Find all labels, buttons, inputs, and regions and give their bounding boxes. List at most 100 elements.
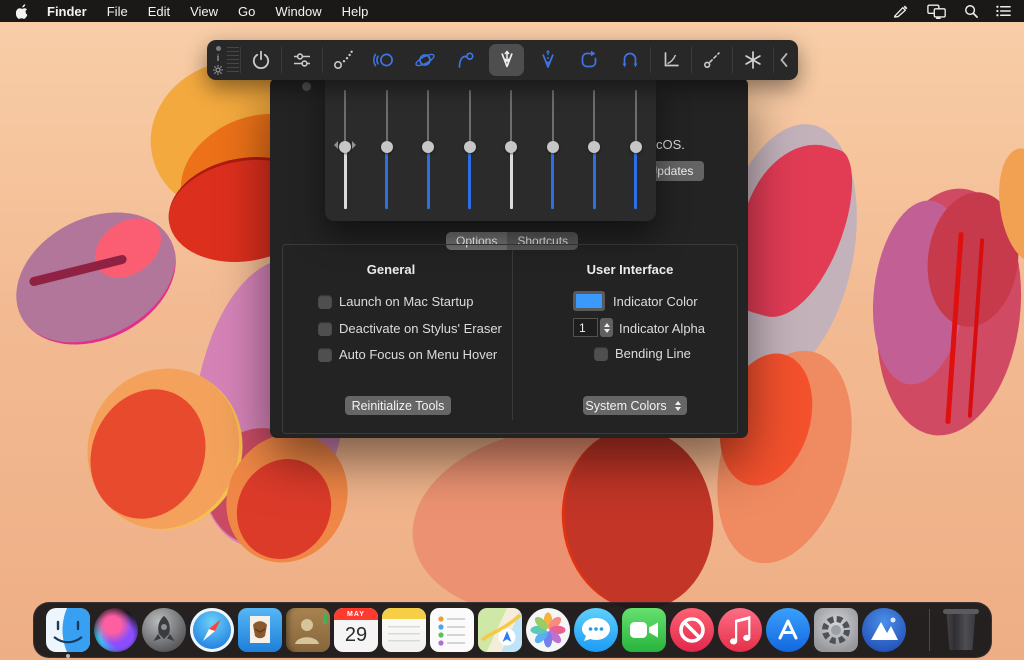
toolbar-drag-handle[interactable]: i — [207, 40, 240, 80]
menu-item-file[interactable]: File — [107, 4, 128, 19]
slider-thumb[interactable] — [588, 141, 600, 153]
tool-replay-loop[interactable] — [568, 40, 609, 80]
checkbox-label: Launch on Mac Startup — [339, 294, 473, 309]
menu-item-go[interactable]: Go — [238, 4, 255, 19]
indicator-alpha-stepper[interactable] — [600, 318, 613, 337]
dock-item-finder[interactable] — [46, 608, 90, 652]
tool-stabilizer[interactable] — [486, 40, 527, 80]
dock-item-contacts[interactable] — [286, 608, 330, 652]
trash-icon — [945, 612, 977, 650]
photos-icon — [526, 608, 570, 652]
tool-orbit[interactable] — [404, 40, 445, 80]
dock-item-system-preferences[interactable] — [814, 608, 858, 652]
tool-stabilizer-dashed[interactable] — [527, 40, 568, 80]
tool-arc-arrows[interactable] — [609, 40, 650, 80]
slider-thumb[interactable] — [381, 141, 393, 153]
tool-settings-sliders[interactable] — [281, 40, 322, 80]
tool-power[interactable] — [240, 40, 281, 80]
toolbar-collapse-button[interactable] — [773, 40, 795, 80]
calendar-day: 29 — [334, 620, 378, 650]
indicator-alpha-field[interactable]: 1 — [573, 318, 598, 337]
active-app-name[interactable]: Finder — [47, 4, 87, 19]
menu-item-window[interactable]: Window — [275, 4, 321, 19]
checkbox-box[interactable] — [594, 347, 608, 361]
dock-item-safari[interactable] — [190, 608, 234, 652]
notes-lines — [388, 626, 420, 644]
stylus-app-menu-icon[interactable] — [893, 4, 910, 19]
menu-item-view[interactable]: View — [190, 4, 218, 19]
vertical-slider-7[interactable] — [587, 90, 601, 209]
dock-item-music[interactable] — [718, 608, 762, 652]
slider-fill — [385, 147, 388, 209]
checkbox-auto-focus[interactable]: Auto Focus on Menu Hover — [318, 347, 497, 362]
reinitialize-tools-button[interactable]: Reinitialize Tools — [345, 396, 451, 415]
vertical-slider-8[interactable] — [629, 90, 643, 209]
indicator-color-well[interactable] — [573, 291, 605, 311]
spotlight-search-icon[interactable] — [964, 4, 979, 19]
tool-curve-node[interactable] — [445, 40, 486, 80]
displays-status-icon[interactable] — [927, 4, 947, 19]
slider-thumb[interactable] — [547, 141, 559, 153]
slider-thumb[interactable] — [630, 141, 642, 153]
dashed-line-dot-icon — [700, 48, 724, 72]
slider-thumb[interactable] — [422, 141, 434, 153]
vertical-slider-5[interactable] — [504, 90, 518, 209]
apple-menu[interactable] — [16, 4, 29, 19]
siri-icon — [94, 608, 138, 652]
vertical-slider-6[interactable] — [546, 90, 560, 209]
checkbox-launch-on-startup[interactable]: Launch on Mac Startup — [318, 294, 473, 309]
news-icon — [670, 608, 714, 652]
dock-item-messages[interactable] — [574, 608, 618, 652]
trash-rim — [943, 609, 979, 614]
dock-item-mail[interactable] — [238, 608, 282, 652]
dock-item-trash[interactable] — [943, 609, 979, 651]
checkbox-bending-line[interactable]: Bending Line — [594, 346, 691, 361]
tool-asterisk[interactable] — [732, 40, 773, 80]
menu-item-help[interactable]: Help — [342, 4, 369, 19]
dock-item-reminders[interactable] — [430, 608, 474, 652]
gear-icon[interactable] — [213, 65, 223, 75]
dropdown-chevrons-icon — [675, 401, 681, 411]
checkbox-box[interactable] — [318, 348, 332, 362]
stepper-up-icon[interactable] — [604, 323, 610, 327]
dock-item-calendar[interactable]: MAY 29 — [334, 608, 378, 652]
vertical-slider-4[interactable] — [463, 90, 477, 209]
tool-cursor-precision[interactable] — [322, 40, 363, 80]
info-icon[interactable]: i — [217, 54, 220, 62]
dock-item-news[interactable] — [670, 608, 714, 652]
mail-icon — [238, 608, 282, 652]
vertical-slider-1[interactable] — [338, 90, 352, 209]
mountain-app-icon — [862, 608, 906, 652]
dock-item-app-store[interactable] — [766, 608, 810, 652]
apple-logo-icon — [16, 4, 29, 19]
window-close-button[interactable] — [302, 82, 311, 91]
slider-thumb[interactable] — [464, 141, 476, 153]
tool-lazy-radius[interactable] — [363, 40, 404, 80]
stabilizer-pen-icon — [495, 48, 519, 72]
dock-item-photos[interactable] — [526, 608, 570, 652]
dock-item-launchpad[interactable] — [142, 608, 186, 652]
vertical-slider-2[interactable] — [380, 90, 394, 209]
slider-fill — [344, 147, 347, 209]
checkbox-box[interactable] — [318, 295, 332, 309]
stepper-down-icon[interactable] — [604, 329, 610, 333]
floating-toolbar: i — [207, 40, 798, 80]
notes-band — [382, 608, 426, 619]
menu-item-edit[interactable]: Edit — [148, 4, 170, 19]
lazy-circle-icon — [372, 48, 396, 72]
slider-thumb[interactable] — [339, 141, 351, 153]
dock-item-facetime[interactable] — [622, 608, 666, 652]
slider-thumb[interactable] — [505, 141, 517, 153]
dock-item-siri[interactable] — [94, 608, 138, 652]
system-colors-dropdown[interactable]: System Colors — [583, 396, 687, 415]
dock-item-mountain-app[interactable] — [862, 608, 906, 652]
dock-item-maps[interactable] — [478, 608, 522, 652]
menu-list-icon[interactable] — [996, 4, 1012, 18]
tool-dashed-line[interactable] — [691, 40, 732, 80]
vertical-slider-3[interactable] — [421, 90, 435, 209]
tool-curve-axes[interactable] — [650, 40, 691, 80]
dock-item-notes[interactable] — [382, 608, 426, 652]
facetime-icon — [622, 608, 666, 652]
checkbox-box[interactable] — [318, 322, 332, 336]
checkbox-deactivate-eraser[interactable]: Deactivate on Stylus' Eraser — [318, 321, 502, 336]
